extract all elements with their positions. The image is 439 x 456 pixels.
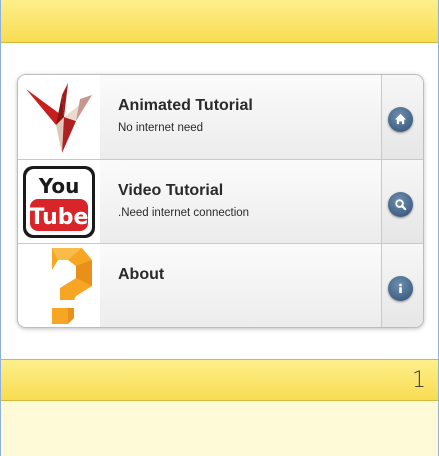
list-item-about[interactable]: About	[18, 244, 423, 327]
list-item-animated-tutorial[interactable]: Animated Tutorial No internet need	[18, 75, 423, 160]
footer-bar: 1	[1, 359, 438, 401]
header-bar	[1, 0, 438, 43]
main-content: Animated Tutorial No internet need You T…	[1, 43, 438, 359]
youtube-logo-icon: You Tube	[18, 159, 100, 244]
home-icon[interactable]	[388, 107, 413, 132]
info-icon[interactable]	[388, 276, 413, 302]
split-button[interactable]	[381, 75, 423, 159]
svg-text:You: You	[38, 174, 80, 198]
menu-list: Animated Tutorial No internet need You T…	[17, 74, 424, 328]
footer-area	[1, 401, 438, 456]
page-number: 1	[412, 368, 426, 393]
item-title: Video Tutorial	[118, 181, 224, 199]
split-button[interactable]	[381, 244, 423, 327]
question-mark-icon	[18, 244, 100, 327]
item-subtitle: .Need internet connection	[118, 206, 250, 219]
list-item-video-tutorial[interactable]: You Tube Video Tutorial .Need internet c…	[18, 159, 423, 245]
search-icon[interactable]	[388, 191, 413, 217]
item-title: Animated Tutorial	[118, 97, 253, 114]
origami-crane-icon	[18, 75, 100, 159]
svg-text:Tube: Tube	[30, 205, 89, 230]
item-subtitle: No internet need	[118, 122, 204, 134]
split-button[interactable]	[381, 159, 423, 244]
item-title: About	[118, 266, 165, 284]
